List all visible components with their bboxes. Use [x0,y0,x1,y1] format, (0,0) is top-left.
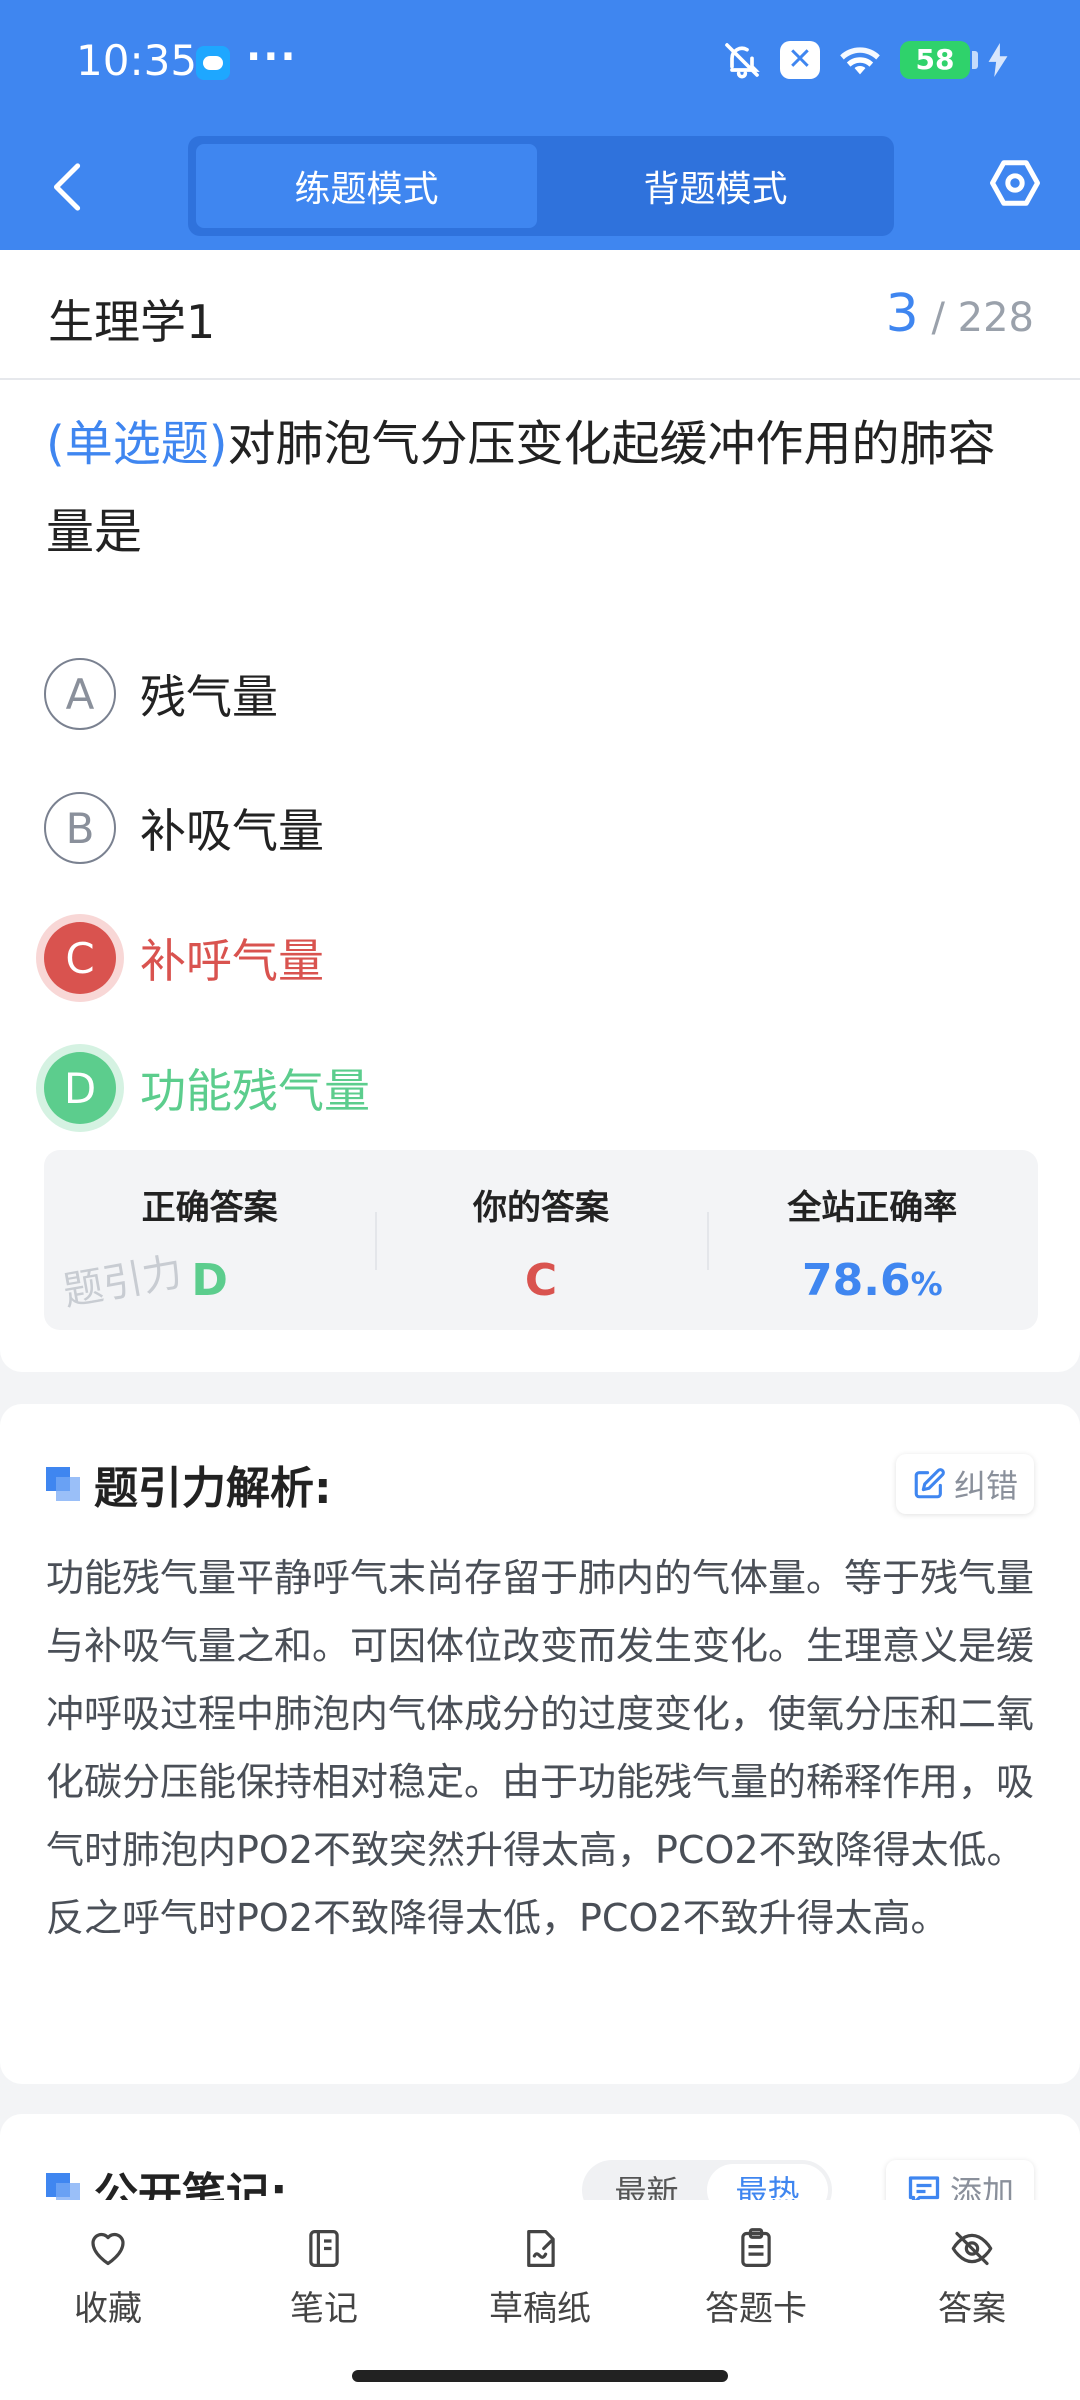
tab-answer-sheet[interactable]: 答题卡 [648,2226,864,2330]
notebook-icon [309,2230,339,2267]
tab-memorize-mode[interactable]: 背题模式 [545,144,886,228]
status-time: 10:35 [76,36,198,85]
status-icons: ✕ 58 [722,40,1008,80]
stat-label: 你的答案 [472,1188,609,1228]
tab-practice-mode[interactable]: 练题模式 [196,144,537,228]
option-a[interactable]: A 残气量 [44,656,278,732]
total-questions: / 228 [931,295,1034,341]
eye-off-icon [951,2231,993,2266]
analysis-title: 题引力解析: [94,1463,332,1514]
mode-toggle: 练题模式 背题模式 [188,136,894,236]
draft-paper-icon [527,2230,555,2267]
analysis-card: 题引力解析: 纠错 功能残气量平静呼气末尚存留于肺内的气体量。等于残气量与补吸气… [0,1404,1080,2084]
answer-stats: 正确答案 D 你的答案 C 全站正确率 78.6% [44,1150,1038,1330]
question-counter[interactable]: 3 / 228 [886,284,1034,344]
tab-label: 笔记 [290,2289,358,2329]
analysis-text: 功能残气量平静呼气末尚存留于肺内的气体量。等于残气量与补吸气量之和。可因体位改变… [46,1556,1035,1940]
option-text: 补吸气量 [140,804,324,858]
option-letter: D [44,1052,116,1124]
option-letter: A [44,658,116,730]
your-answer-value: C [524,1255,558,1306]
section-icon [46,1467,80,1501]
tab-notes[interactable]: 笔记 [216,2226,432,2330]
option-c[interactable]: C 补呼气量 [44,920,324,996]
status-bar: 10:35 ··· ✕ 58 [0,0,1080,130]
rate-number: 78.6 [802,1255,911,1306]
option-text: 功能残气量 [140,1064,370,1118]
option-letter: B [44,792,116,864]
clipboard-icon [741,2228,771,2267]
accuracy-rate-value: 78.6% [707,1255,1038,1306]
tab-label: 收藏 [74,2289,142,2329]
tab-favorite[interactable]: 收藏 [0,2226,216,2330]
option-text: 补呼气量 [140,934,324,988]
home-indicator[interactable] [352,2370,728,2382]
question-text: (单选题)对肺泡气分压变化起缓冲作用的肺容量是 [46,400,1036,576]
bottom-toolbar: 收藏 笔记 草稿纸 答题卡 答案 [0,2200,1080,2400]
weather-icon [196,46,230,80]
stat-your-answer: 你的答案 C [375,1150,706,1330]
option-b[interactable]: B 补吸气量 [44,790,324,866]
tab-answer[interactable]: 答案 [864,2226,1080,2330]
option-d[interactable]: D 功能残气量 [44,1050,370,1126]
header: 10:35 ··· ✕ 58 练题模式 背题模式 [0,0,1080,250]
charging-icon [988,43,1008,77]
heart-icon [91,2232,125,2266]
option-letter: C [44,922,116,994]
stat-label: 正确答案 [141,1188,278,1228]
stat-label: 全站正确率 [787,1188,958,1228]
tab-scratch-paper[interactable]: 草稿纸 [432,2226,648,2330]
battery-indicator: 58 [900,41,978,79]
tab-label: 答案 [938,2289,1006,2329]
wifi-icon [838,42,882,78]
question-card: 生理学1 3 / 228 (单选题)对肺泡气分压变化起缓冲作用的肺容量是 A 残… [0,250,1080,1372]
report-error-button[interactable]: 纠错 [896,1454,1034,1514]
edit-icon [914,1468,945,1499]
analysis-header: 题引力解析: [46,1454,332,1514]
more-notifications-icon: ··· [246,34,298,80]
subject-row: 生理学1 3 / 228 [0,250,1080,380]
report-error-label: 纠错 [953,1467,1018,1505]
stat-accuracy-rate: 全站正确率 78.6% [706,1150,1038,1330]
tab-label: 草稿纸 [489,2289,591,2329]
back-icon[interactable] [48,162,88,212]
settings-icon[interactable] [988,156,1042,210]
rate-unit: % [910,1265,943,1303]
notification-close-icon: ✕ [780,41,820,79]
option-text: 残气量 [140,670,278,724]
question-type: (单选题) [46,416,228,472]
mute-icon [722,40,762,80]
current-question-number: 3 [885,284,919,344]
subject-title: 生理学1 [48,295,216,349]
tab-label: 答题卡 [705,2289,807,2329]
